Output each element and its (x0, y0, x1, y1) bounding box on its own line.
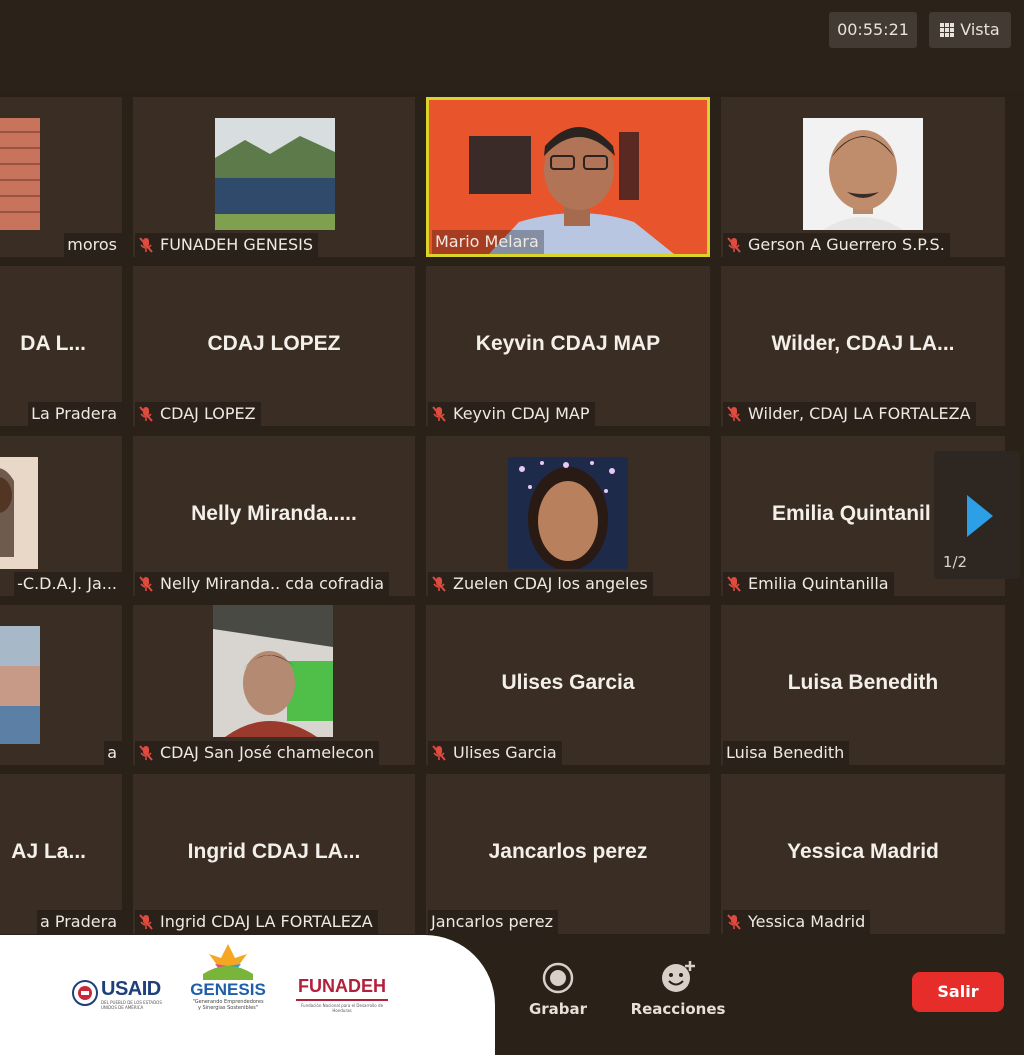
genesis-logo: GENESIS "Generando Emprendedores y Siner… (186, 944, 270, 1014)
participant-name-label: Ulises Garcia (428, 741, 562, 765)
participant-name-label: FUNADEH GENESIS (135, 233, 318, 257)
muted-mic-icon (726, 237, 742, 253)
participant-photo (0, 457, 38, 569)
participant-display-name: Wilder, CDAJ LA... (771, 332, 955, 355)
participant-name-label: Keyvin CDAJ MAP (428, 402, 595, 426)
participant-name-label: -C.D.A.J. Ja... (14, 572, 122, 596)
participant-photo (215, 118, 335, 230)
muted-mic-icon (431, 406, 447, 422)
muted-mic-icon (138, 745, 154, 761)
muted-mic-icon (138, 576, 154, 592)
record-label: Grabar (528, 1000, 588, 1018)
participant-photo (803, 118, 923, 230)
muted-mic-icon (431, 745, 447, 761)
leave-button[interactable]: Salir (912, 972, 1004, 1012)
participant-tile[interactable]: Ulises Garcia Ulises Garcia (426, 605, 710, 765)
participant-tile[interactable]: -C.D.A.J. Ja... (0, 436, 122, 596)
meeting-timer: 00:55:21 (829, 12, 917, 48)
grid-view-icon (940, 23, 955, 37)
participant-display-name: Jancarlos perez (488, 840, 648, 863)
participant-name-label: a (104, 741, 122, 765)
participant-tile[interactable]: Yessica Madrid Yessica Madrid (721, 774, 1005, 934)
participant-name-label: CDAJ LOPEZ (135, 402, 261, 426)
reactions-button[interactable]: Reacciones (630, 960, 726, 1018)
participant-display-name: AJ La... (11, 840, 86, 863)
participant-tile[interactable]: moros (0, 97, 122, 257)
participant-name-label: Yessica Madrid (723, 910, 871, 934)
muted-mic-icon (726, 576, 742, 592)
genesis-wordmark: GENESIS (190, 980, 266, 999)
participant-photo (0, 118, 40, 230)
funadeh-tagline: Fundación Nacional para el Desarrollo de… (300, 1003, 384, 1013)
record-button[interactable]: Grabar (528, 962, 588, 1018)
participant-tile[interactable]: Nelly Miranda..... Nelly Miranda.. cda c… (133, 436, 415, 596)
usaid-wordmark: USAID (101, 978, 161, 1000)
participant-photo (0, 626, 40, 744)
usaid-tagline: DEL PUEBLO DE LOS ESTADOS UNIDOS DE AMÉR… (101, 1000, 162, 1010)
participant-tile[interactable]: AJ La... a Pradera (0, 774, 122, 934)
participant-display-name: CDAJ LOPEZ (207, 332, 341, 355)
participant-name-label: Wilder, CDAJ LA FORTALEZA (723, 402, 976, 426)
page-indicator: 1/2 (942, 553, 968, 571)
participant-display-name: DA L... (20, 332, 86, 355)
participant-name-label: CDAJ San José chamelecon (135, 741, 380, 765)
participant-tile[interactable]: CDAJ LOPEZ CDAJ LOPEZ (133, 266, 415, 426)
participant-photo (213, 605, 333, 737)
participant-name-label: Zuelen CDAJ los angeles (428, 572, 653, 596)
participant-name-label: Mario Melara (432, 230, 544, 254)
participant-tile[interactable]: Jancarlos perez Jancarlos perez (426, 774, 710, 934)
genesis-tagline: "Generando Emprendedores y Sinergias Sos… (192, 999, 264, 1011)
muted-mic-icon (138, 914, 154, 930)
active-speaker-tile[interactable]: Mario Melara (426, 97, 710, 257)
reactions-label: Reacciones (630, 1000, 726, 1018)
funadeh-wordmark: FUNADEH (296, 976, 388, 1001)
muted-mic-icon (431, 576, 447, 592)
participant-tile[interactable]: Ingrid CDAJ LA... Ingrid CDAJ LA FORTALE… (133, 774, 415, 934)
participant-tile[interactable]: Gerson A Guerrero S.P.S. (721, 97, 1005, 257)
participant-tile[interactable]: Zuelen CDAJ los angeles (426, 436, 710, 596)
genesis-emblem-icon (203, 944, 253, 980)
play-arrow-icon (967, 495, 993, 537)
usaid-logo: USAID DEL PUEBLO DE LOS ESTADOS UNIDOS D… (72, 978, 167, 1012)
view-button[interactable]: Vista (929, 12, 1011, 48)
participant-name-label: La Pradera (28, 402, 122, 426)
muted-mic-icon (726, 406, 742, 422)
participant-display-name: Ingrid CDAJ LA... (187, 840, 361, 863)
participant-tile[interactable]: CDAJ San José chamelecon (133, 605, 415, 765)
participant-photo (508, 457, 628, 569)
participant-display-name: Yessica Madrid (787, 840, 939, 863)
participant-name-label: Nelly Miranda.. cda cofradia (135, 572, 390, 596)
participant-tile[interactable]: DA L... La Pradera (0, 266, 122, 426)
participant-name-label: Jancarlos perez (428, 910, 558, 934)
participant-tile[interactable]: FUNADEH GENESIS (133, 97, 415, 257)
participant-display-name: Emilia Quintanil (772, 502, 931, 525)
participant-tile[interactable]: Wilder, CDAJ LA... Wilder, CDAJ LA FORTA… (721, 266, 1005, 426)
participant-name-label: Ingrid CDAJ LA FORTALEZA (135, 910, 378, 934)
funadeh-logo: FUNADEH Fundación Nacional para el Desar… (296, 976, 388, 1013)
participant-tile[interactable]: Keyvin CDAJ MAP Keyvin CDAJ MAP (426, 266, 710, 426)
participant-display-name: Ulises Garcia (501, 671, 635, 694)
smiley-plus-icon (662, 961, 695, 992)
participant-tile[interactable]: a (0, 605, 122, 765)
participant-name-label: Emilia Quintanilla (723, 572, 894, 596)
participant-display-name: Nelly Miranda..... (191, 502, 357, 525)
participant-name-label: a Pradera (36, 910, 122, 934)
muted-mic-icon (138, 406, 154, 422)
muted-mic-icon (138, 237, 154, 253)
participant-display-name: Luisa Benedith (787, 671, 939, 694)
participant-display-name: Keyvin CDAJ MAP (475, 332, 661, 355)
participant-name-label: Gerson A Guerrero S.P.S. (723, 233, 950, 257)
participant-name-label: moros (64, 233, 122, 257)
participant-name-label: Luisa Benedith (723, 741, 850, 765)
next-page-button[interactable]: 1/2 (934, 451, 1020, 579)
record-icon (542, 962, 574, 994)
usaid-seal-icon (72, 980, 98, 1006)
muted-mic-icon (726, 914, 742, 930)
participant-tile[interactable]: Luisa Benedith Luisa Benedith (721, 605, 1005, 765)
view-button-label: Vista (960, 20, 1000, 39)
meeting-top-bar: 00:55:21 Vista (0, 0, 1024, 90)
